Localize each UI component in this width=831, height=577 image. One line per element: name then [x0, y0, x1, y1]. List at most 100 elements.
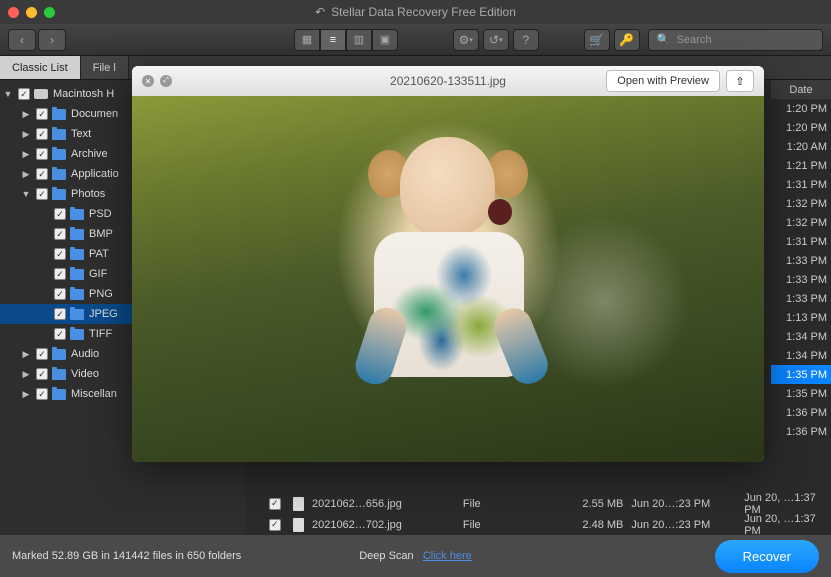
disclosure-triangle-icon[interactable]: ▶ [20, 349, 32, 360]
close-window-button[interactable] [8, 7, 19, 18]
grid-icon: ▦ [302, 33, 312, 46]
close-icon: ✕ [145, 77, 152, 86]
tree-label: PNG [89, 288, 113, 300]
file-date-cell[interactable]: 1:31 PM [771, 175, 831, 194]
folder-icon [70, 309, 84, 320]
file-date-cell[interactable]: 1:33 PM [771, 289, 831, 308]
file-date-cell[interactable]: 1:36 PM [771, 403, 831, 422]
checkbox[interactable]: ✓ [54, 288, 66, 300]
close-preview-button[interactable]: ✕ [142, 75, 154, 87]
nav-forward-button[interactable]: › [38, 29, 66, 51]
view-gallery-button[interactable]: ▣ [372, 29, 398, 51]
checkbox[interactable]: ✓ [54, 308, 66, 320]
folder-icon [52, 369, 66, 380]
file-date-cell[interactable]: 1:35 PM [771, 365, 831, 384]
open-with-preview-button[interactable]: Open with Preview [606, 70, 720, 92]
folder-icon [70, 249, 84, 260]
cart-icon: 🛒 [589, 33, 604, 47]
share-button[interactable]: ⇧ [726, 70, 754, 92]
recover-button[interactable]: Recover [715, 540, 819, 573]
checkbox[interactable]: ✓ [36, 388, 48, 400]
disclosure-triangle-icon[interactable]: ▶ [20, 129, 32, 140]
nav-back-button[interactable]: ‹ [8, 29, 36, 51]
disclosure-triangle-icon[interactable]: ▼ [20, 189, 32, 199]
key-button[interactable]: 🔑 [614, 29, 640, 51]
footer-bar: Marked 52.89 GB in 141442 files in 650 f… [0, 535, 831, 577]
disclosure-triangle-icon[interactable]: ▼ [2, 89, 14, 99]
tab-file-list[interactable]: File l [81, 56, 129, 79]
cart-button[interactable]: 🛒 [584, 29, 610, 51]
search-icon: 🔍 [657, 33, 671, 46]
checkbox[interactable]: ✓ [269, 498, 281, 510]
checkbox[interactable]: ✓ [36, 148, 48, 160]
disclosure-triangle-icon[interactable]: ▶ [20, 149, 32, 160]
tree-label: Photos [71, 188, 105, 200]
file-date1: Jun 20…:23 PM [631, 519, 736, 531]
checkbox[interactable]: ✓ [36, 108, 48, 120]
column-header-date[interactable]: Date [771, 80, 831, 99]
file-size: 2.48 MB [557, 519, 624, 531]
file-date-cell[interactable]: 1:34 PM [771, 327, 831, 346]
history-button[interactable]: ↺▾ [483, 29, 509, 51]
checkbox[interactable]: ✓ [36, 168, 48, 180]
tree-label: Archive [71, 148, 108, 160]
deep-scan-link[interactable]: Click here [423, 550, 472, 562]
view-list-button[interactable]: ≡ [320, 29, 346, 51]
search-input[interactable]: 🔍 Search [648, 29, 823, 51]
file-date-cell[interactable]: 1:21 PM [771, 156, 831, 175]
file-date-cell[interactable]: 1:32 PM [771, 213, 831, 232]
tab-classic-list[interactable]: Classic List [0, 56, 81, 79]
quick-look-toolbar: ✕ ⤢ 20210620-133511.jpg Open with Previe… [132, 66, 764, 96]
file-date-cell[interactable]: 1:20 AM [771, 137, 831, 156]
folder-icon [52, 169, 66, 180]
tree-label: PSD [89, 208, 112, 220]
file-date-cell[interactable]: 1:20 PM [771, 118, 831, 137]
file-name: 2021062…702.jpg [312, 519, 455, 531]
file-date-cell[interactable]: 1:32 PM [771, 194, 831, 213]
checkbox[interactable]: ✓ [54, 248, 66, 260]
file-date-cell[interactable]: 1:13 PM [771, 308, 831, 327]
settings-button[interactable]: ⚙▾ [453, 29, 479, 51]
tree-label: Documen [71, 108, 118, 120]
view-columns-button[interactable]: ▥ [346, 29, 372, 51]
folder-icon [70, 269, 84, 280]
checkbox[interactable]: ✓ [54, 268, 66, 280]
file-kind: File [463, 519, 549, 531]
fullscreen-window-button[interactable] [44, 7, 55, 18]
checkbox[interactable]: ✓ [54, 208, 66, 220]
minimize-window-button[interactable] [26, 7, 37, 18]
list-icon: ≡ [330, 34, 336, 46]
file-date-cell[interactable]: 1:36 PM [771, 422, 831, 441]
file-date-cell[interactable]: 1:33 PM [771, 270, 831, 289]
checkbox[interactable]: ✓ [269, 519, 281, 531]
file-name: 2021062…656.jpg [312, 498, 455, 510]
file-icon [293, 497, 304, 511]
file-date-cell[interactable]: 1:35 PM [771, 384, 831, 403]
file-row[interactable]: ✓ 2021062…702.jpg File 2.48 MB Jun 20…:23 PM… [245, 514, 831, 535]
fullscreen-preview-button[interactable]: ⤢ [160, 75, 172, 87]
disclosure-triangle-icon[interactable]: ▶ [20, 369, 32, 380]
disclosure-triangle-icon[interactable]: ▶ [20, 109, 32, 120]
file-date1: Jun 20…:23 PM [631, 498, 736, 510]
help-button[interactable]: ? [513, 29, 539, 51]
folder-icon [52, 189, 66, 200]
checkbox[interactable]: ✓ [36, 348, 48, 360]
checkbox[interactable]: ✓ [54, 328, 66, 340]
checkbox[interactable]: ✓ [36, 128, 48, 140]
view-mode-segment: ▦ ≡ ▥ ▣ [294, 29, 398, 51]
checkbox[interactable]: ✓ [18, 88, 30, 100]
view-grid-button[interactable]: ▦ [294, 29, 320, 51]
file-date-cell[interactable]: 1:33 PM [771, 251, 831, 270]
preview-filename: 20210620-133511.jpg [390, 74, 506, 88]
file-date-cell[interactable]: 1:31 PM [771, 232, 831, 251]
folder-icon [52, 389, 66, 400]
disclosure-triangle-icon[interactable]: ▶ [20, 389, 32, 400]
checkbox[interactable]: ✓ [36, 188, 48, 200]
file-row[interactable]: ✓2021062…656.jpgFile2.55 MBJun 20…:23 PM… [245, 493, 831, 514]
checkbox[interactable]: ✓ [36, 368, 48, 380]
disclosure-triangle-icon[interactable]: ▶ [20, 169, 32, 180]
folder-icon [52, 149, 66, 160]
file-date-cell[interactable]: 1:34 PM [771, 346, 831, 365]
file-date-cell[interactable]: 1:20 PM [771, 99, 831, 118]
checkbox[interactable]: ✓ [54, 228, 66, 240]
